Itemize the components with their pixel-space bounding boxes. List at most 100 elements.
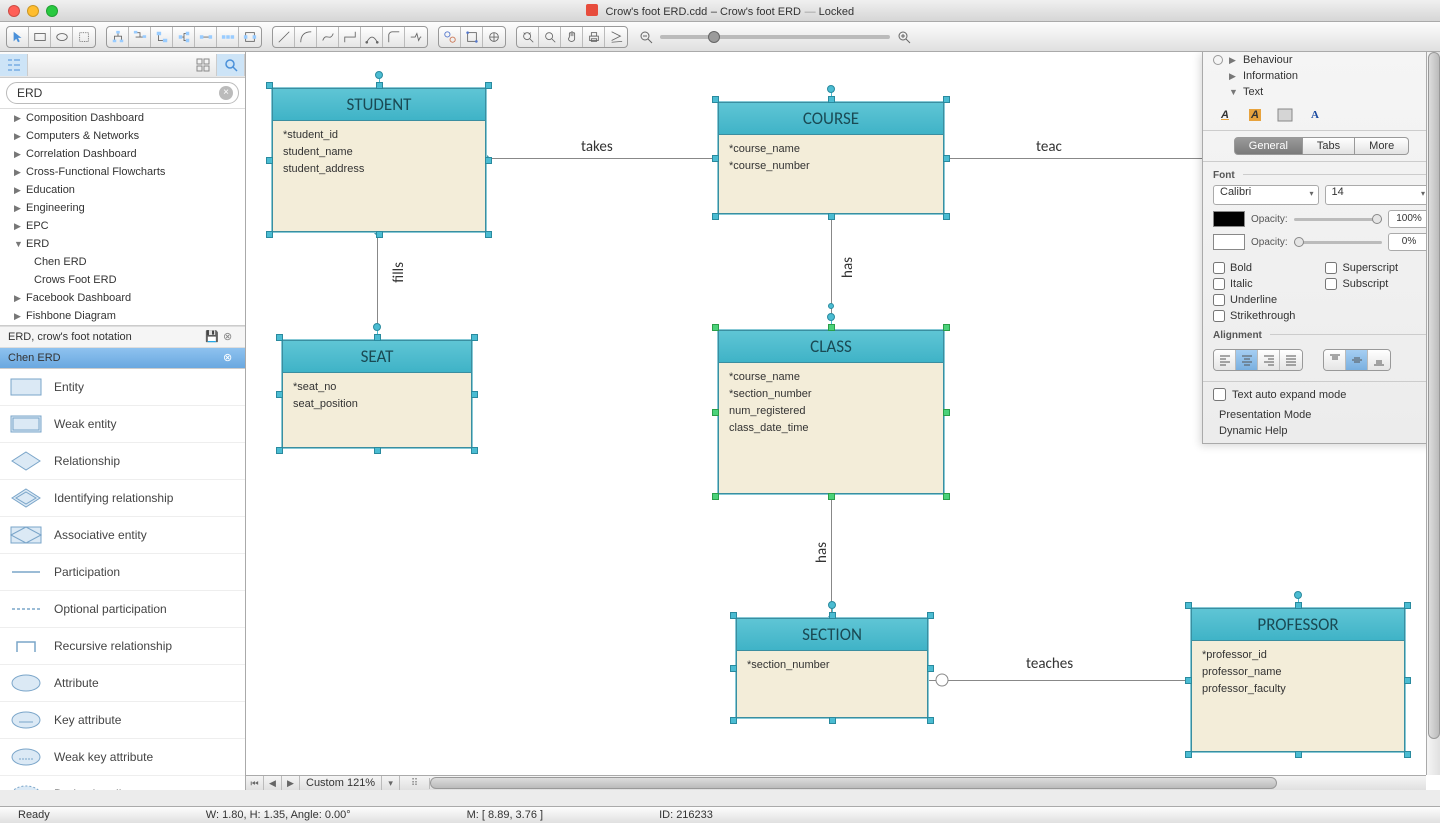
align-center[interactable]: [1236, 350, 1258, 370]
zoom-slider[interactable]: [638, 29, 912, 45]
check-bold[interactable]: Bold: [1213, 260, 1295, 276]
page-grip-icon[interactable]: ⠿: [400, 778, 430, 789]
tree-item[interactable]: Composition Dashboard: [0, 109, 245, 127]
check-underline[interactable]: Underline: [1213, 292, 1295, 308]
sidebar-tab-tree[interactable]: [0, 54, 28, 76]
section-crows-foot[interactable]: ERD, crow's foot notation 💾⊗: [0, 326, 245, 347]
auto-expand-row[interactable]: Text auto expand mode: [1203, 381, 1440, 407]
stencil-weak-entity[interactable]: Weak entity: [0, 406, 245, 443]
line-tool[interactable]: [273, 27, 295, 47]
valign-top[interactable]: [1324, 350, 1346, 370]
smart-conn-tool[interactable]: [405, 27, 427, 47]
tree-item[interactable]: Education: [0, 181, 245, 199]
stencil-associative[interactable]: Associative entity: [0, 517, 245, 554]
tree-item[interactable]: Facebook Dashboard: [0, 289, 245, 307]
ellipse-tool[interactable]: [51, 27, 73, 47]
section-chen-erd[interactable]: Chen ERD ⊗: [0, 347, 245, 368]
opacity-slider-1[interactable]: [1294, 218, 1382, 221]
sidebar-tab-search[interactable]: [217, 54, 245, 76]
edit-tool-1[interactable]: [439, 27, 461, 47]
rotate-handle[interactable]: [827, 313, 835, 321]
entity-class[interactable]: CLASS *course_name *section_number num_r…: [718, 330, 944, 494]
align-justify[interactable]: [1280, 350, 1302, 370]
stencil-attribute[interactable]: Attribute: [0, 665, 245, 702]
entity-professor[interactable]: PROFESSOR *professor_id professor_name p…: [1191, 608, 1405, 752]
print-tool[interactable]: [583, 27, 605, 47]
entity-student[interactable]: STUDENT *student_id student_name student…: [272, 88, 486, 232]
stencil-relationship[interactable]: Relationship: [0, 443, 245, 480]
rel-has2-line[interactable]: [831, 494, 832, 618]
close-section-icon[interactable]: ⊗: [223, 330, 237, 344]
page-first-icon[interactable]: ⏮: [246, 776, 264, 790]
insp-behaviour[interactable]: Behaviour: [1203, 52, 1440, 68]
opacity-value-1[interactable]: 100%: [1388, 210, 1430, 228]
tree-tool-4[interactable]: [173, 27, 195, 47]
text-box-tool[interactable]: [1273, 104, 1297, 126]
font-family-select[interactable]: Calibri▾: [1213, 185, 1319, 205]
check-italic[interactable]: Italic: [1213, 276, 1295, 292]
canvas-area[interactable]: takes teac fills has has teaches STUDENT…: [246, 52, 1440, 790]
round-conn-tool[interactable]: [383, 27, 405, 47]
text-color-tool[interactable]: A: [1213, 104, 1237, 126]
tree-tool-1[interactable]: [107, 27, 129, 47]
align-left[interactable]: [1214, 350, 1236, 370]
save-icon[interactable]: 💾: [205, 330, 219, 344]
rotate-handle[interactable]: [827, 85, 835, 93]
tree-item-crows[interactable]: Crows Foot ERD: [0, 271, 245, 289]
tree-item[interactable]: Fishbone Diagram: [0, 307, 245, 325]
stencil-recursive[interactable]: Recursive relationship: [0, 628, 245, 665]
check-sub[interactable]: Subscript: [1325, 276, 1398, 292]
arc-tool[interactable]: [295, 27, 317, 47]
text-tool[interactable]: [73, 27, 95, 47]
close-section-icon[interactable]: ⊗: [223, 351, 237, 365]
opacity-slider-2[interactable]: [1294, 241, 1382, 244]
stencil-weak-key-attr[interactable]: Weak key attribute: [0, 739, 245, 776]
zoom-out-icon[interactable]: [638, 29, 654, 45]
tree-item[interactable]: Correlation Dashboard: [0, 145, 245, 163]
scrollbar-horizontal[interactable]: [430, 776, 1426, 790]
zoom-in-icon[interactable]: [896, 29, 912, 45]
pan-tool[interactable]: [561, 27, 583, 47]
opacity-value-2[interactable]: 0%: [1388, 233, 1430, 251]
tree-tool-2[interactable]: [129, 27, 151, 47]
text-font-tool[interactable]: A: [1303, 104, 1327, 126]
sidebar-tab-grid[interactable]: [189, 54, 217, 76]
chain-tool-2[interactable]: [217, 27, 239, 47]
rotate-handle[interactable]: [375, 71, 383, 79]
insp-information[interactable]: Information: [1203, 68, 1440, 84]
rel-teaches-line[interactable]: [929, 680, 1191, 681]
rel-takes-line[interactable]: [486, 158, 718, 159]
chain-tool-1[interactable]: [195, 27, 217, 47]
rotate-handle[interactable]: [1294, 591, 1302, 599]
bg-color-swatch[interactable]: [1213, 234, 1245, 250]
font-size-select[interactable]: 14▾: [1325, 185, 1431, 205]
stencil-participation[interactable]: Participation: [0, 554, 245, 591]
stencil-identifying-rel[interactable]: Identifying relationship: [0, 480, 245, 517]
insp-text[interactable]: Text: [1203, 84, 1440, 100]
page-next-icon[interactable]: ▶: [282, 776, 300, 790]
zoom-tool[interactable]: [539, 27, 561, 47]
insp-presentation[interactable]: Presentation Mode: [1203, 407, 1440, 423]
stencil-entity[interactable]: Entity: [0, 369, 245, 406]
valign-middle[interactable]: [1346, 350, 1368, 370]
zoom-track[interactable]: [660, 35, 890, 39]
zoom-display[interactable]: Custom 121%: [300, 776, 382, 790]
pointer-tool[interactable]: [7, 27, 29, 47]
entity-section[interactable]: SECTION *section_number: [736, 618, 928, 718]
check-super[interactable]: Superscript: [1325, 260, 1398, 276]
scrollbar-vertical[interactable]: [1426, 52, 1440, 775]
stencil-key-attr[interactable]: Key attribute: [0, 702, 245, 739]
tab-more[interactable]: More: [1355, 137, 1409, 155]
text-color-swatch[interactable]: [1213, 211, 1245, 227]
zoom-thumb[interactable]: [708, 31, 720, 43]
stencil-optional-part[interactable]: Optional participation: [0, 591, 245, 628]
valign-bottom[interactable]: [1368, 350, 1390, 370]
entity-course[interactable]: COURSE *course_name *course_number: [718, 102, 944, 214]
rotate-handle[interactable]: [828, 601, 836, 609]
edit-tool-2[interactable]: [461, 27, 483, 47]
tree-item-chen[interactable]: Chen ERD: [0, 253, 245, 271]
tree-item[interactable]: Engineering: [0, 199, 245, 217]
zoom-dropdown-icon[interactable]: ▾: [382, 776, 400, 790]
bezier-tool[interactable]: [361, 27, 383, 47]
check-strike[interactable]: Strikethrough: [1213, 308, 1295, 324]
